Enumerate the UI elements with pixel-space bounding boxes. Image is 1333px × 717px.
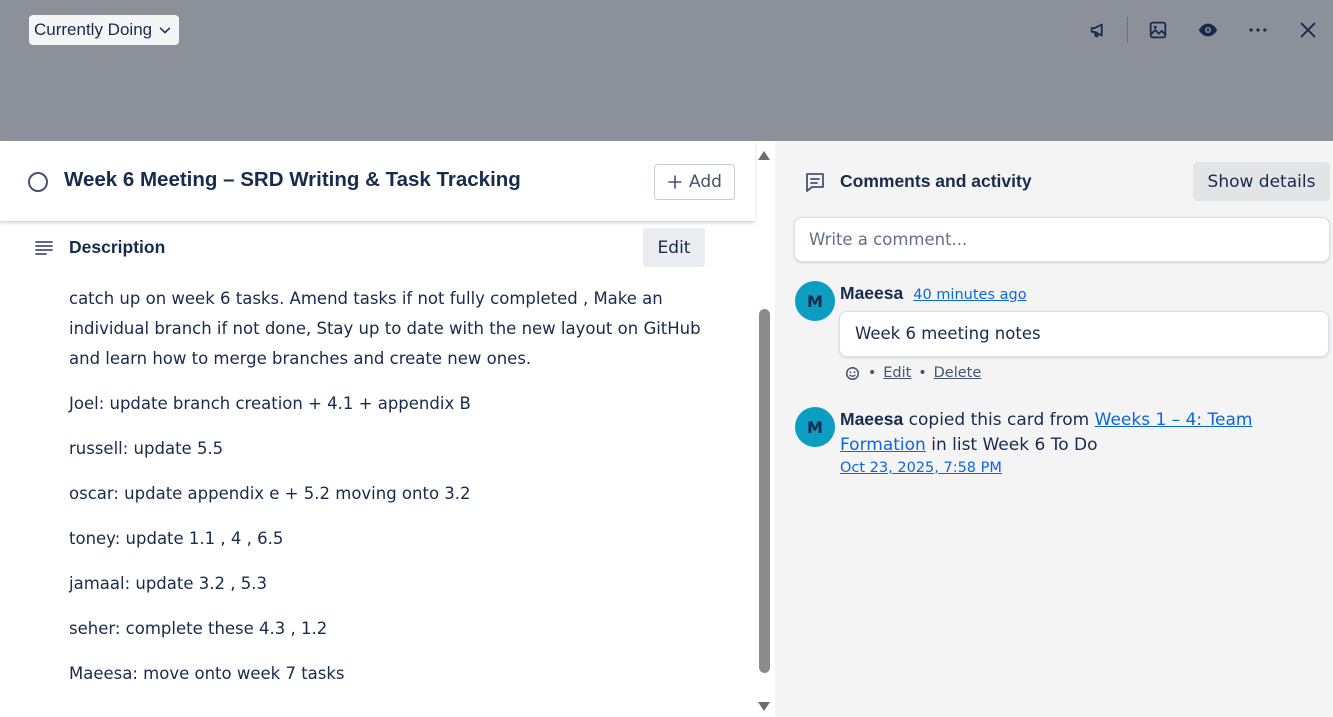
plus-icon — [668, 175, 682, 189]
separator-dot: • — [868, 365, 877, 381]
activity-author[interactable]: Maeesa — [840, 409, 903, 429]
description-icon — [35, 241, 53, 255]
megaphone-icon — [1090, 23, 1103, 38]
card-cover: Currently Doing — [0, 0, 1333, 141]
more-icon — [1249, 28, 1267, 32]
complete-checkbox[interactable] — [28, 172, 48, 192]
close-button[interactable] — [1283, 14, 1333, 46]
description-paragraph: russell: update 5.5 — [69, 439, 224, 458]
delete-comment-link[interactable]: Delete — [934, 365, 982, 381]
cover-actions — [1074, 14, 1333, 46]
avatar[interactable]: M — [795, 281, 835, 321]
header-divider — [1127, 17, 1128, 43]
comment-icon — [806, 173, 824, 192]
activity-suffix: in list Week 6 To Do — [931, 435, 1098, 455]
scrollbar-thumb[interactable] — [759, 309, 770, 673]
activity-text: Maeesa copied this card from Weeks 1 – 4… — [840, 407, 1280, 458]
activity-action: copied this card from — [908, 410, 1090, 430]
separator-dot: • — [918, 365, 927, 381]
cover-image-button[interactable] — [1133, 14, 1183, 46]
add-button[interactable]: Add — [654, 164, 735, 200]
description-heading: Description — [69, 237, 166, 257]
show-details-button[interactable]: Show details — [1193, 162, 1330, 201]
comment-bubble: Week 6 meeting notes — [839, 311, 1329, 357]
watch-button[interactable] — [1183, 14, 1233, 46]
comment-actions: • Edit • Delete — [845, 365, 981, 381]
more-actions-button[interactable] — [1233, 14, 1283, 46]
comment-input[interactable] — [794, 217, 1330, 262]
add-button-label: Add — [689, 172, 722, 192]
scroll-up-arrow[interactable] — [758, 151, 770, 160]
announcement-button[interactable] — [1074, 14, 1124, 46]
add-reaction-icon[interactable] — [845, 365, 861, 381]
comment-author[interactable]: Maeesa — [840, 283, 903, 304]
list-name: Currently Doing — [34, 20, 153, 39]
description-paragraph: catch up on week 6 tasks. Amend tasks if… — [69, 289, 701, 368]
description-paragraph: Joel: update branch creation + 4.1 + app… — [69, 394, 471, 413]
scroll-down-arrow[interactable] — [758, 702, 770, 711]
description-body[interactable]: catch up on week 6 tasks. Amend tasks if… — [69, 284, 719, 704]
card-title-bar: Week 6 Meeting – SRD Writing & Task Trac… — [0, 141, 755, 221]
card-title[interactable]: Week 6 Meeting – SRD Writing & Task Trac… — [64, 168, 521, 192]
chevron-down-icon — [159, 27, 171, 34]
description-paragraph: jamaal: update 3.2 , 5.3 — [69, 574, 267, 593]
comment-timestamp-link[interactable]: 40 minutes ago — [913, 287, 1026, 303]
close-icon — [1300, 22, 1316, 38]
description-paragraph: oscar: update appendix e + 5.2 moving on… — [69, 484, 471, 503]
description-paragraph: seher: complete these 4.3 , 1.2 — [69, 619, 328, 638]
image-icon — [1149, 21, 1167, 39]
card-main-panel: Week 6 Meeting – SRD Writing & Task Trac… — [0, 141, 775, 717]
list-selector-button[interactable]: Currently Doing — [29, 15, 180, 45]
comment-header: Maeesa 40 minutes ago — [840, 283, 1027, 304]
edit-comment-link[interactable]: Edit — [883, 365, 911, 381]
comments-heading: Comments and activity — [840, 171, 1032, 191]
avatar[interactable]: M — [795, 407, 835, 447]
description-paragraph: toney: update 1.1 , 4 , 6.5 — [69, 529, 284, 548]
activity-date-link[interactable]: Oct 23, 2025, 7:58 PM — [840, 460, 1002, 476]
eye-icon — [1198, 23, 1218, 37]
description-paragraph: Maeesa: move onto week 7 tasks — [69, 664, 345, 683]
comments-panel: Comments and activity Show details M Mae… — [775, 141, 1333, 717]
edit-description-button[interactable]: Edit — [643, 228, 705, 267]
